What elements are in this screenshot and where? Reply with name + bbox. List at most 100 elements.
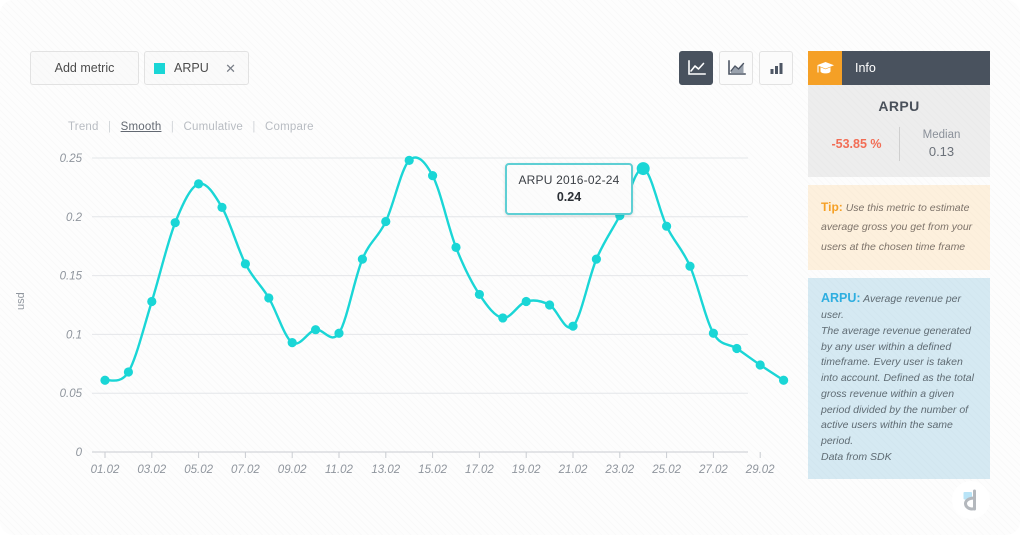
metric-chip-label: ARPU xyxy=(174,61,222,75)
x-axis-tick-label: 11.02 xyxy=(325,464,354,476)
x-axis-tick-label: 15.02 xyxy=(418,464,447,476)
data-point[interactable] xyxy=(568,322,577,331)
arpu-series-line xyxy=(105,157,784,380)
data-point[interactable] xyxy=(592,255,601,264)
y-axis-tick-label: 0.05 xyxy=(60,388,83,400)
x-axis-tick-marks xyxy=(105,452,760,458)
y-axis-tick-label: 0.15 xyxy=(60,271,83,283)
line-chart-icon xyxy=(687,60,706,77)
y-axis-tick-label: 0.1 xyxy=(66,329,82,341)
view-mode-smooth[interactable]: Smooth xyxy=(121,121,162,133)
x-axis-tick-label: 25.02 xyxy=(651,464,681,476)
info-description-block: ARPU: Average revenue per user. The aver… xyxy=(808,278,990,478)
tooltip-value: 0.24 xyxy=(513,190,625,204)
devtodev-logo xyxy=(952,481,990,519)
data-point[interactable] xyxy=(522,297,531,306)
chart-tooltip: ARPU 2016-02-24 0.24 xyxy=(505,163,633,215)
data-point[interactable] xyxy=(498,313,507,322)
add-metric-label: Add metric xyxy=(55,61,115,75)
data-point[interactable] xyxy=(381,217,390,226)
metric-color-swatch xyxy=(154,63,165,74)
graduation-cap-icon xyxy=(808,51,842,85)
data-point[interactable] xyxy=(475,290,484,299)
graduation-cap-glyph xyxy=(816,60,835,76)
view-mode-separator-3: | xyxy=(252,121,255,133)
chart-canvas[interactable]: 0 0.05 0.1 0.15 0.2 0.25 01.02 03.02 05.02 07.02… xyxy=(0,140,800,490)
x-axis-tick-label: 21.02 xyxy=(558,464,588,476)
data-point[interactable] xyxy=(171,218,180,227)
description-line-3: Data from SDK xyxy=(821,450,977,466)
x-axis-tick-labels: 01.02 03.02 05.02 07.02 09.02 11.02 13.02 15.02… xyxy=(91,464,776,476)
info-panel-header: Info xyxy=(808,51,990,85)
tip-label: Tip: xyxy=(821,200,843,214)
tooltip-title: ARPU 2016-02-24 xyxy=(513,173,625,187)
x-axis-tick-label: 05.02 xyxy=(184,464,213,476)
x-axis-tick-label: 03.02 xyxy=(137,464,166,476)
data-point[interactable] xyxy=(685,262,694,271)
bar-chart-icon xyxy=(767,60,786,77)
y-axis-tick-labels: 0 0.05 0.1 0.15 0.2 0.25 xyxy=(60,153,83,459)
info-stats-row: -53.85 % Median 0.13 xyxy=(808,127,990,161)
data-point[interactable] xyxy=(241,259,250,268)
arpu-line-chart[interactable]: 0 0.05 0.1 0.15 0.2 0.25 01.02 03.02 05.02 07.02… xyxy=(0,140,800,490)
info-panel: Info ARPU -53.85 % Median 0.13 Tip: Use … xyxy=(808,51,990,479)
info-summary-block: ARPU -53.85 % Median 0.13 xyxy=(808,85,990,177)
metric-chip-arpu[interactable]: ARPU ✕ xyxy=(144,51,249,85)
add-metric-button[interactable]: Add metric xyxy=(30,51,139,85)
y-axis-tick-label: 0 xyxy=(76,447,83,459)
x-axis-tick-label: 09.02 xyxy=(278,464,307,476)
data-point[interactable] xyxy=(100,376,109,385)
info-median-block: Median 0.13 xyxy=(900,129,984,159)
data-point[interactable] xyxy=(662,222,671,231)
close-icon[interactable]: ✕ xyxy=(222,60,239,77)
x-axis-tick-label: 19.02 xyxy=(512,464,541,476)
view-mode-cumulative[interactable]: Cumulative xyxy=(183,121,243,133)
arpu-series-points[interactable] xyxy=(100,156,788,385)
x-axis-tick-label: 13.02 xyxy=(371,464,400,476)
description-label: ARPU: xyxy=(821,291,861,305)
info-median-label: Median xyxy=(900,129,984,141)
y-axis-title: usd xyxy=(15,292,27,310)
info-tip-block: Tip: Use this metric to estimate average… xyxy=(808,185,990,270)
logo-glyph xyxy=(959,488,983,512)
view-mode-separator-1: | xyxy=(108,121,111,133)
data-point[interactable] xyxy=(756,360,765,369)
data-point[interactable] xyxy=(334,329,343,338)
data-point[interactable] xyxy=(264,293,273,302)
data-point[interactable] xyxy=(124,367,133,376)
info-panel-title: Info xyxy=(842,51,990,85)
data-point[interactable] xyxy=(147,297,156,306)
data-point[interactable] xyxy=(709,329,718,338)
view-mode-links: Trend | Smooth | Cumulative | Compare xyxy=(68,121,314,133)
data-point[interactable] xyxy=(194,179,203,188)
data-point[interactable] xyxy=(217,203,226,212)
view-mode-separator-2: | xyxy=(171,121,174,133)
data-point[interactable] xyxy=(428,171,437,180)
view-mode-compare[interactable]: Compare xyxy=(265,121,314,133)
data-point[interactable] xyxy=(545,300,554,309)
chart-type-area-button[interactable] xyxy=(719,51,753,85)
data-point[interactable] xyxy=(637,162,650,175)
y-axis-tick-label: 0.2 xyxy=(66,212,83,224)
info-metric-name: ARPU xyxy=(808,98,990,114)
chart-type-bar-button[interactable] xyxy=(759,51,793,85)
x-axis-tick-label: 01.02 xyxy=(91,464,120,476)
x-axis-tick-label: 07.02 xyxy=(231,464,260,476)
data-point[interactable] xyxy=(311,325,320,334)
tip-text: Use this metric to estimate average gros… xyxy=(821,202,972,253)
data-point[interactable] xyxy=(358,255,367,264)
view-mode-trend[interactable]: Trend xyxy=(68,121,99,133)
dashboard-page: Add metric ARPU ✕ xyxy=(0,0,1020,535)
info-delta-value: -53.85 % xyxy=(815,137,899,151)
chart-type-line-button[interactable] xyxy=(679,51,713,85)
description-line-2: The average revenue generated by any use… xyxy=(821,324,977,450)
chart-gridlines xyxy=(92,158,748,452)
y-axis-tick-label: 0.25 xyxy=(60,153,83,165)
data-point[interactable] xyxy=(405,156,414,165)
data-point[interactable] xyxy=(779,376,788,385)
data-point[interactable] xyxy=(451,243,460,252)
data-point[interactable] xyxy=(288,338,297,347)
x-axis-tick-label: 17.02 xyxy=(465,464,494,476)
data-point[interactable] xyxy=(732,344,741,353)
x-axis-tick-label: 29.02 xyxy=(745,464,775,476)
